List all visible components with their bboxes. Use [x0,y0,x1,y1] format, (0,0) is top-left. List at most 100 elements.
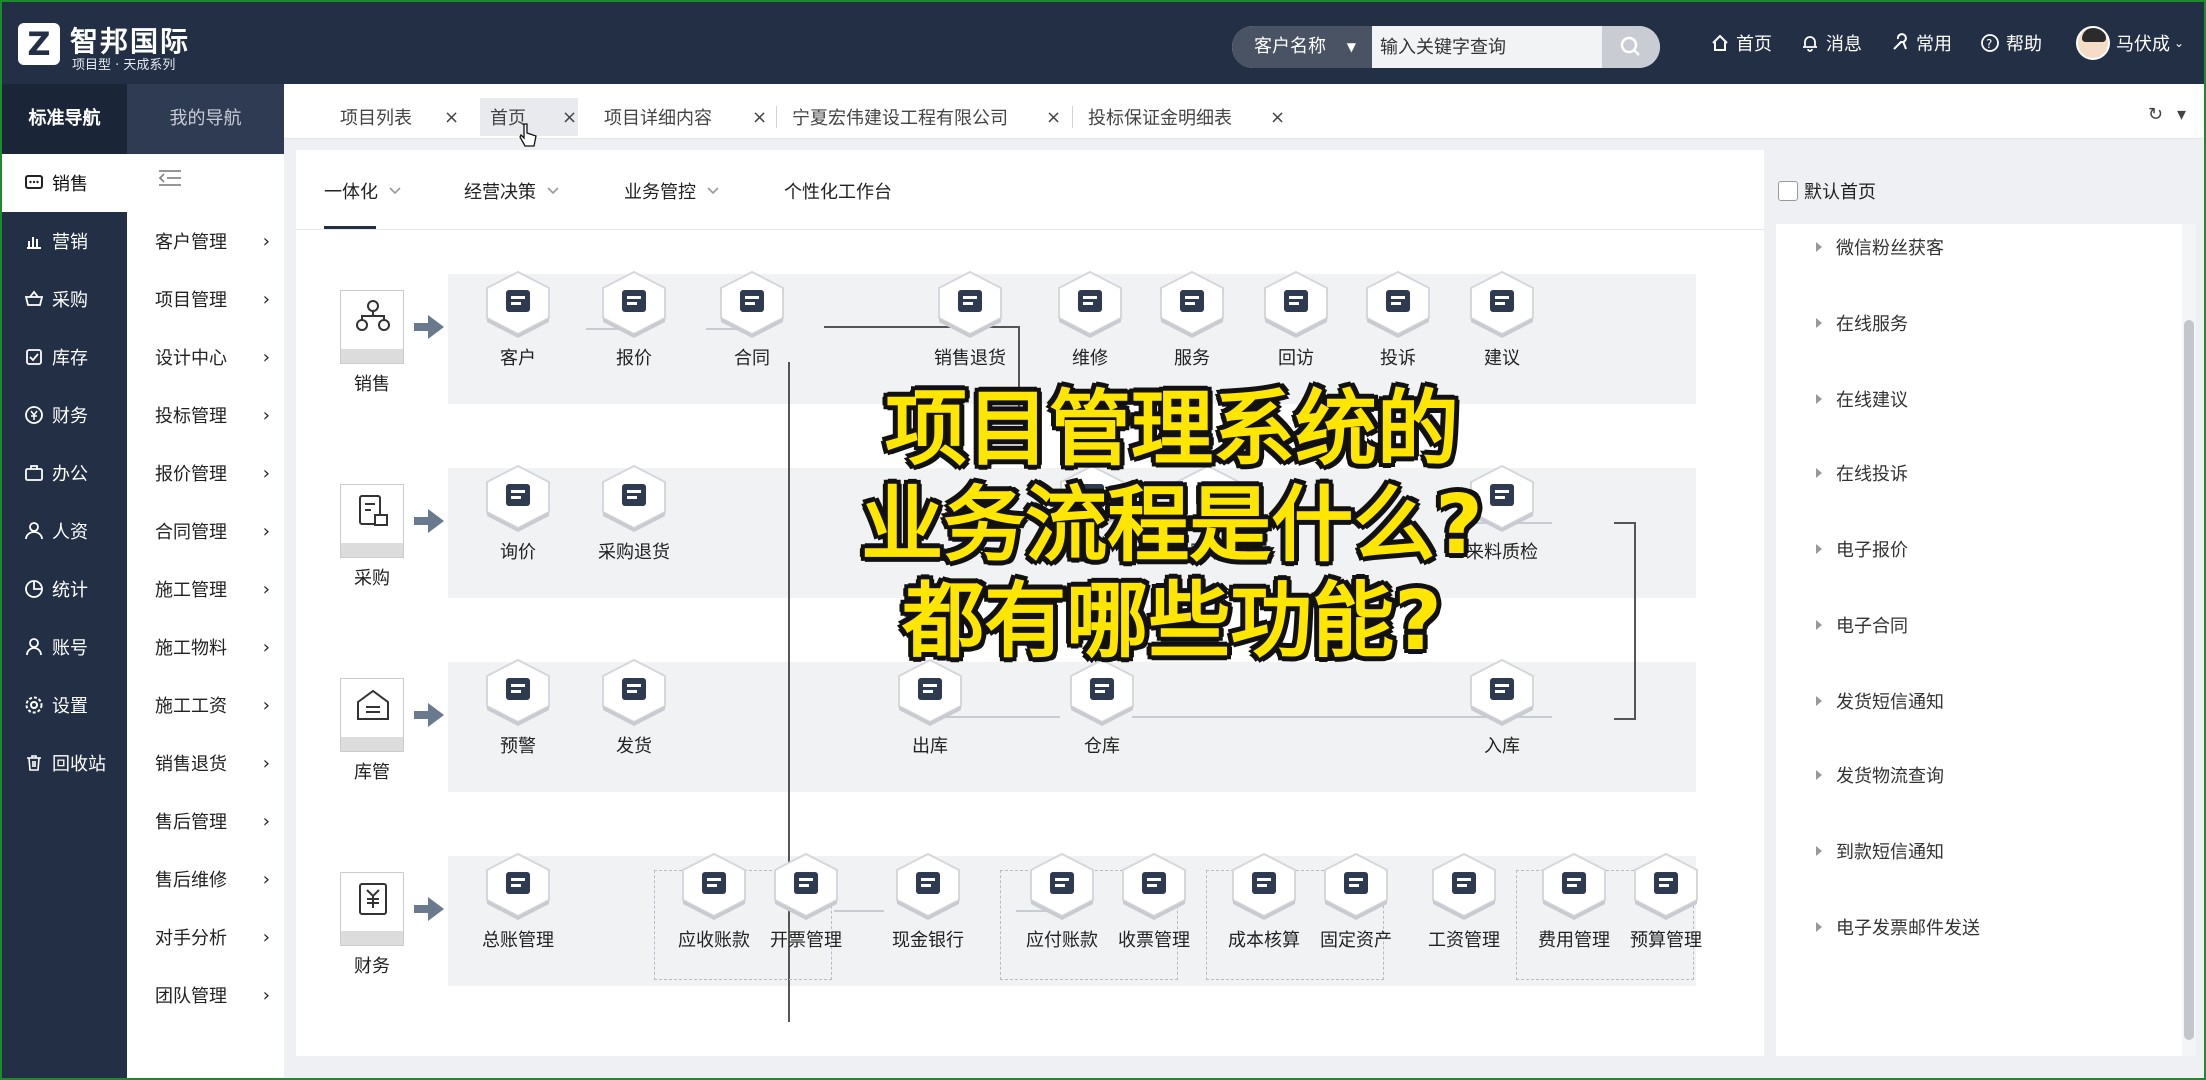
top-link-help[interactable]: ? 帮助 [1980,30,2042,56]
flow-node-revisit[interactable]: 回访 [1252,268,1340,370]
flow-node-warning[interactable]: 预警 [474,656,562,758]
subnav-contract-mgmt[interactable]: 合同管理 › [127,502,284,560]
tab-standard-nav[interactable]: 标准导航 [2,84,127,154]
flow-node-payables[interactable]: 应付账款 [1018,850,1106,952]
flow-node-invoice-receipt[interactable]: 收票管理 [1110,850,1198,952]
flow-node-complaint[interactable]: 投诉 [1354,268,1442,370]
flow-node-fixed-assets[interactable]: 固定资产 [1312,850,1400,952]
chevron-down-icon [707,187,719,195]
flow-node-quote[interactable]: 报价 [590,268,678,370]
nav-item-office[interactable]: 办公 [2,444,127,502]
caret-down-icon[interactable]: ▾ [2177,104,2186,125]
subnav-bidding-mgmt[interactable]: 投标管理 › [127,386,284,444]
flow-node-cost-accounting[interactable]: 成本核算 [1220,850,1308,952]
flow-node-suggestion[interactable]: 建议 [1458,268,1546,370]
collapse-menu-icon[interactable] [157,168,183,188]
flow-node-customer[interactable]: 客户 [474,268,562,370]
default-home-toggle[interactable]: 默认首页 [1778,178,1876,204]
tab-project-details[interactable]: 项目详细内容 × [604,98,767,136]
search-category-select[interactable]: 客户名称 ▼ [1232,26,1372,68]
subnav-project-mgmt[interactable]: 项目管理 › [127,270,284,328]
subnav-quote-mgmt[interactable]: 报价管理 › [127,444,284,502]
close-icon[interactable]: × [1046,107,1061,128]
subnav-construction-mgmt[interactable]: 施工管理 › [127,560,284,618]
nav-item-purchase[interactable]: 采购 [2,270,127,328]
rp-item[interactable]: 在线建议 [1816,386,1908,412]
nav-item-inventory[interactable]: 库存 [2,328,127,386]
complaint-icon [1366,270,1430,338]
subnav-competitor-analysis[interactable]: 对手分析 › [127,908,284,966]
flow-node-budget[interactable]: 预算管理 [1622,850,1710,952]
flow-node-outbound[interactable]: 出库 [886,656,974,758]
subnav-construction-wages[interactable]: 施工工资 › [127,676,284,734]
user-menu[interactable]: 马伏成 ⌄ [2076,26,2184,60]
rp-item[interactable]: 电子报价 [1816,536,1908,562]
rp-item[interactable]: 发货短信通知 [1816,688,1944,714]
refresh-icon[interactable]: ↻ [2148,104,2163,125]
close-icon[interactable]: × [562,107,577,128]
tab-my-nav[interactable]: 我的导航 [127,84,284,154]
flow-node-service[interactable]: 服务 [1148,268,1236,370]
subnav-after-sales-repair[interactable]: 售后维修 › [127,850,284,908]
rp-item[interactable]: 发货物流查询 [1816,762,1944,788]
close-icon[interactable]: × [752,107,767,128]
tab-project-list[interactable]: 项目列表 × [340,98,470,136]
nav-item-recycle-bin[interactable]: 回收站 [2,734,127,792]
subnav-sales-returns[interactable]: 销售退货 › [127,734,284,792]
top-link-messages[interactable]: 消息 [1800,30,1862,56]
rp-item[interactable]: 电子合同 [1816,612,1908,638]
pie-icon [25,580,43,598]
brand-logo[interactable]: Z [18,23,60,65]
flow-node-label: 维修 [1072,348,1108,369]
subtab-personal-workspace[interactable]: 个性化工作台 [784,178,892,204]
subtab-business-control[interactable]: 业务管控 [624,178,720,204]
subnav-customer-mgmt[interactable]: 客户管理 › [127,212,284,270]
subnav-after-sales-mgmt[interactable]: 售后管理 › [127,792,284,850]
flow-node-ledger[interactable]: 总账管理 [474,850,562,952]
flow-node-warehouse[interactable]: 仓库 [1058,656,1146,758]
flow-node-expense[interactable]: 费用管理 [1530,850,1618,952]
search-input[interactable] [1372,26,1602,68]
subtab-business-decision[interactable]: 经营决策 [464,178,560,204]
flow-node-contract[interactable]: 合同 [708,268,796,370]
nav-item-stats[interactable]: 统计 [2,560,127,618]
nav-item-sales[interactable]: 销售 [2,154,127,212]
default-home-checkbox[interactable] [1778,181,1798,201]
close-icon[interactable]: × [1270,107,1285,128]
search-button[interactable] [1602,26,1660,68]
top-link-favorites[interactable]: 常用 [1890,30,1952,56]
nav-item-hr[interactable]: 人资 [2,502,127,560]
flow-node-repair[interactable]: 维修 [1046,268,1134,370]
nav-item-account[interactable]: 账号 [2,618,127,676]
flow-node-inbound[interactable]: 入库 [1458,656,1546,758]
tab-bid-deposit[interactable]: 投标保证金明细表 × [1088,98,1288,136]
rp-item[interactable]: 微信粉丝获客 [1816,234,1944,260]
scrollbar-thumb[interactable] [2184,320,2194,1040]
flow-node-receivables[interactable]: 应收账款 [670,850,758,952]
rp-item[interactable]: 到款短信通知 [1816,838,1944,864]
subnav-team-mgmt[interactable]: 团队管理 › [127,966,284,1024]
flow-node-payroll[interactable]: 工资管理 [1420,850,1508,952]
close-icon[interactable]: × [444,107,459,128]
rp-item[interactable]: 在线服务 [1816,310,1908,336]
top-link-home[interactable]: 首页 [1710,30,1772,56]
rp-item[interactable]: 电子发票邮件发送 [1816,914,1980,940]
flow-node-purchase-return[interactable]: 采购退货 [590,462,678,564]
flow-node-cash-bank[interactable]: 现金银行 [884,850,972,952]
briefcase-icon [25,465,43,481]
shipment-icon [602,658,666,726]
nav-item-marketing[interactable]: 营销 [2,212,127,270]
row-label-sales: 销售 [354,374,390,395]
rp-item[interactable]: 在线投诉 [1816,460,1908,486]
subnav-construction-materials[interactable]: 施工物料 › [127,618,284,676]
flow-node-sales-return[interactable]: 销售退货 [926,268,1014,370]
nav-item-finance[interactable]: 财务 [2,386,127,444]
flow-node-shipment[interactable]: 发货 [590,656,678,758]
nav-item-settings[interactable]: 设置 [2,676,127,734]
subtab-integration[interactable]: 一体化 [324,178,402,204]
flow-node-invoicing[interactable]: 开票管理 [762,850,850,952]
flow-node-inquiry[interactable]: 询价 [474,462,562,564]
subnav-design-center[interactable]: 设计中心 › [127,328,284,386]
tab-company[interactable]: 宁夏宏伟建设工程有限公司 × [792,98,1072,136]
flow-node-label: 总账管理 [482,930,554,951]
